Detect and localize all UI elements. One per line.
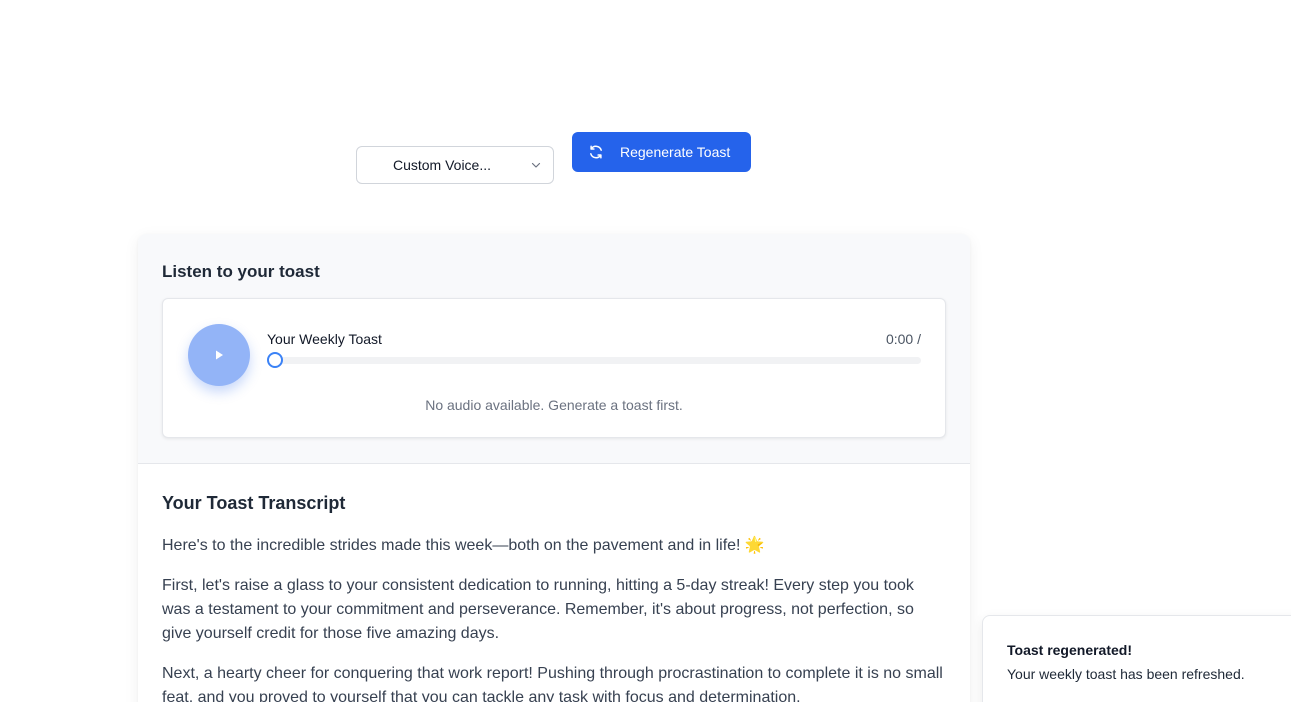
audio-player: Your Weekly Toast 0:00 / No audio availa… — [162, 298, 946, 438]
track-time: 0:00 / — [885, 331, 921, 347]
no-audio-message: No audio available. Generate a toast fir… — [425, 397, 683, 413]
regenerate-toast-label: Regenerate Toast — [620, 144, 731, 160]
listen-section: Listen to your toast Your Weekly Toast 0… — [138, 234, 970, 464]
chevron-down-icon — [531, 162, 541, 168]
progress-knob[interactable] — [267, 352, 283, 368]
listen-title: Listen to your toast — [162, 262, 320, 281]
transcript-title: Your Toast Transcript — [162, 493, 346, 513]
play-button[interactable] — [188, 324, 250, 386]
toast-notification: Toast regenerated! Your weekly toast has… — [982, 615, 1291, 702]
toast-card: Listen to your toast Your Weekly Toast 0… — [138, 234, 970, 702]
progress-track[interactable] — [273, 357, 921, 364]
regenerate-toast-button[interactable]: Regenerate Toast — [572, 132, 751, 172]
refresh-icon — [588, 144, 604, 160]
toast-notification-title: Toast regenerated! — [1007, 642, 1132, 658]
voice-select-value: Custom Voice... — [392, 157, 492, 173]
play-icon — [216, 350, 223, 360]
transcript-paragraph: First, let's raise a glass to your consi… — [162, 577, 914, 642]
transcript-paragraph: Here's to the incredible strides made th… — [162, 537, 765, 554]
transcript-section: Your Toast Transcript Here's to the incr… — [138, 464, 970, 702]
toast-notification-message: Your weekly toast has been refreshed. — [1007, 666, 1245, 682]
track-title: Your Weekly Toast — [267, 331, 382, 347]
page: Custom Voice... Regenerate Toast Listen … — [0, 0, 1291, 702]
transcript-paragraph: Next, a hearty cheer for conquering that… — [162, 665, 943, 702]
voice-select[interactable]: Custom Voice... — [356, 146, 554, 184]
